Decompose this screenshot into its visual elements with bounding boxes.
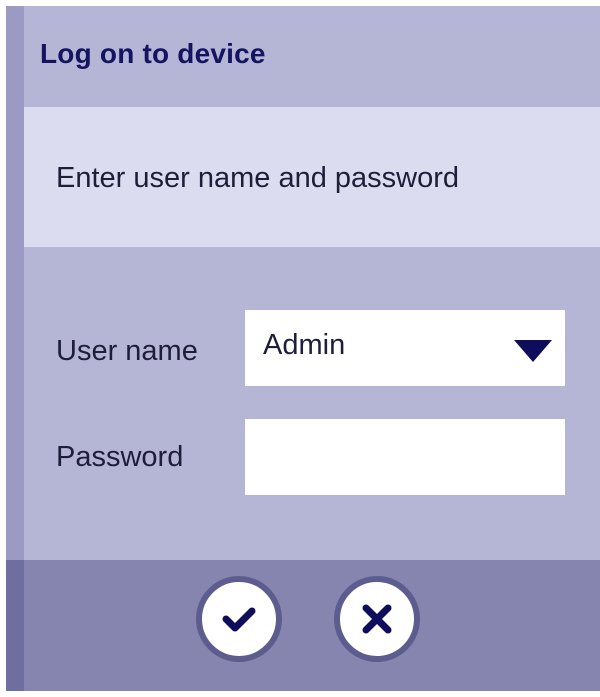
user-name-selected-value: Admin (263, 329, 346, 361)
logon-dialog: Log on to device Enter user name and pas… (6, 6, 600, 691)
close-icon (362, 604, 392, 634)
message-area: Enter user name and password (24, 107, 600, 247)
user-name-label: User name (56, 335, 198, 367)
ok-button[interactable] (196, 576, 282, 662)
password-input[interactable] (245, 419, 565, 495)
dialog-left-edge-upper (6, 6, 24, 560)
password-field-box[interactable] (245, 419, 565, 495)
button-bar (24, 560, 600, 691)
instruction-text: Enter user name and password (56, 162, 459, 194)
login-form: User name Admin Password (24, 247, 600, 560)
dialog-title: Log on to device (40, 38, 266, 69)
cancel-button[interactable] (334, 576, 420, 662)
password-label: Password (56, 441, 184, 473)
dropdown-arrow-icon[interactable] (514, 340, 552, 362)
user-name-dropdown[interactable]: Admin (245, 310, 565, 386)
checkmark-icon (222, 607, 256, 632)
title-bar: Log on to device (24, 6, 600, 107)
dialog-content: Log on to device Enter user name and pas… (24, 6, 600, 691)
